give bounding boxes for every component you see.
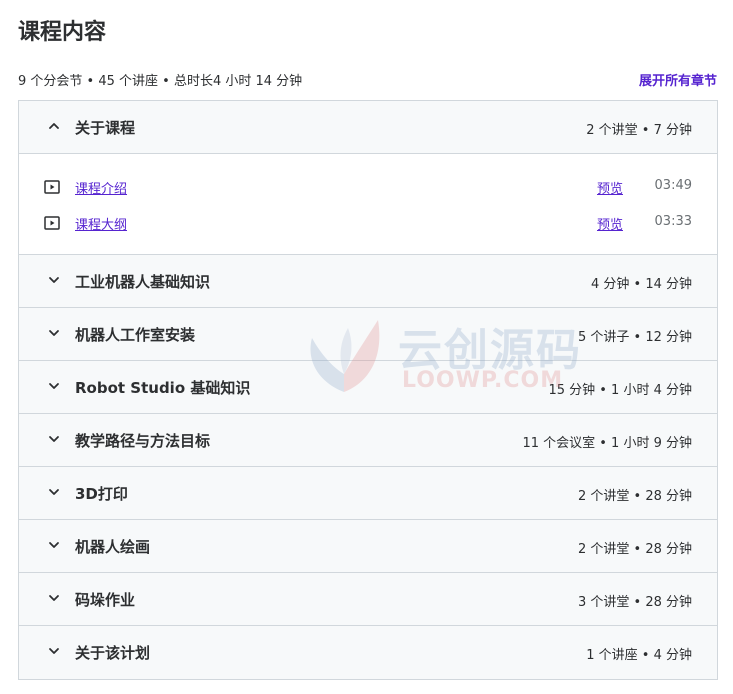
section-title: 教学路径与方法目标 <box>75 432 211 450</box>
chevron-down-icon <box>49 542 59 548</box>
section-header[interactable]: 关于课程 2 个讲堂 • 7 分钟 <box>19 101 717 154</box>
section-meta: 5 个讲子 • 12 分钟 <box>577 330 692 345</box>
section-meta: 15 分钟 • 1 小时 4 分钟 <box>548 383 692 398</box>
section-meta: 2 个讲堂 • 7 分钟 <box>586 123 692 138</box>
section-title: 3D打印 <box>75 485 128 503</box>
section-title: 关于课程 <box>75 119 136 137</box>
section-header[interactable]: 机器人工作室安装 5 个讲子 • 12 分钟 <box>19 308 717 361</box>
lecture-item: 课程介绍 预览 03:49 <box>19 170 717 206</box>
lecture-preview-link[interactable]: 预览 <box>597 214 623 233</box>
section-meta: 1 个讲座 • 4 分钟 <box>586 648 692 663</box>
curriculum-accordion: 关于课程 2 个讲堂 • 7 分钟 课程介绍 预览 03:49 课程大纲 预览 … <box>18 100 718 680</box>
expand-all-sections-button[interactable]: 展开所有章节 <box>639 70 717 89</box>
page-title: 课程内容 <box>18 20 107 45</box>
section-title: 机器人绘画 <box>75 538 151 556</box>
section-title: Robot Studio 基础知识 <box>75 379 251 397</box>
section-lecture-list: 课程介绍 预览 03:49 课程大纲 预览 03:33 <box>19 154 717 255</box>
chevron-down-icon <box>49 330 59 336</box>
chevron-down-icon <box>49 436 59 442</box>
section-header[interactable]: 3D打印 2 个讲堂 • 28 分钟 <box>19 467 717 520</box>
section-meta: 4 分钟 • 14 分钟 <box>590 277 692 292</box>
lecture-duration: 03:33 <box>654 214 692 229</box>
section-title: 关于该计划 <box>75 644 151 662</box>
chevron-down-icon <box>49 648 59 654</box>
video-play-icon <box>44 180 60 194</box>
section-meta: 2 个讲堂 • 28 分钟 <box>577 489 692 504</box>
video-play-icon <box>44 216 60 230</box>
chevron-up-icon <box>49 123 59 129</box>
lecture-preview-link[interactable]: 预览 <box>597 178 623 197</box>
course-summary-row: 9 个分会节 • 45 个讲座 • 总时长4 小时 14 分钟 展开所有章节 <box>18 70 717 90</box>
section-header[interactable]: 教学路径与方法目标 11 个会议室 • 1 小时 9 分钟 <box>19 414 717 467</box>
section-header[interactable]: 机器人绘画 2 个讲堂 • 28 分钟 <box>19 520 717 573</box>
lecture-duration: 03:49 <box>654 178 692 193</box>
section-title: 码垛作业 <box>75 591 136 609</box>
course-summary: 9 个分会节 • 45 个讲座 • 总时长4 小时 14 分钟 <box>18 74 303 89</box>
section-meta: 2 个讲堂 • 28 分钟 <box>577 542 692 557</box>
section-meta: 3 个讲堂 • 28 分钟 <box>577 595 692 610</box>
lecture-title-link[interactable]: 课程介绍 <box>75 178 127 197</box>
chevron-down-icon <box>49 489 59 495</box>
chevron-down-icon <box>49 595 59 601</box>
section-meta: 11 个会议室 • 1 小时 9 分钟 <box>522 436 692 451</box>
section-title: 机器人工作室安装 <box>75 326 196 344</box>
lecture-item: 课程大纲 预览 03:33 <box>19 206 717 242</box>
section-title: 工业机器人基础知识 <box>75 273 211 291</box>
section-header[interactable]: Robot Studio 基础知识 15 分钟 • 1 小时 4 分钟 <box>19 361 717 414</box>
section-header[interactable]: 关于该计划 1 个讲座 • 4 分钟 <box>19 626 717 679</box>
chevron-down-icon <box>49 277 59 283</box>
lecture-title-link[interactable]: 课程大纲 <box>75 214 127 233</box>
chevron-down-icon <box>49 383 59 389</box>
section-header[interactable]: 工业机器人基础知识 4 分钟 • 14 分钟 <box>19 255 717 308</box>
section-header[interactable]: 码垛作业 3 个讲堂 • 28 分钟 <box>19 573 717 626</box>
